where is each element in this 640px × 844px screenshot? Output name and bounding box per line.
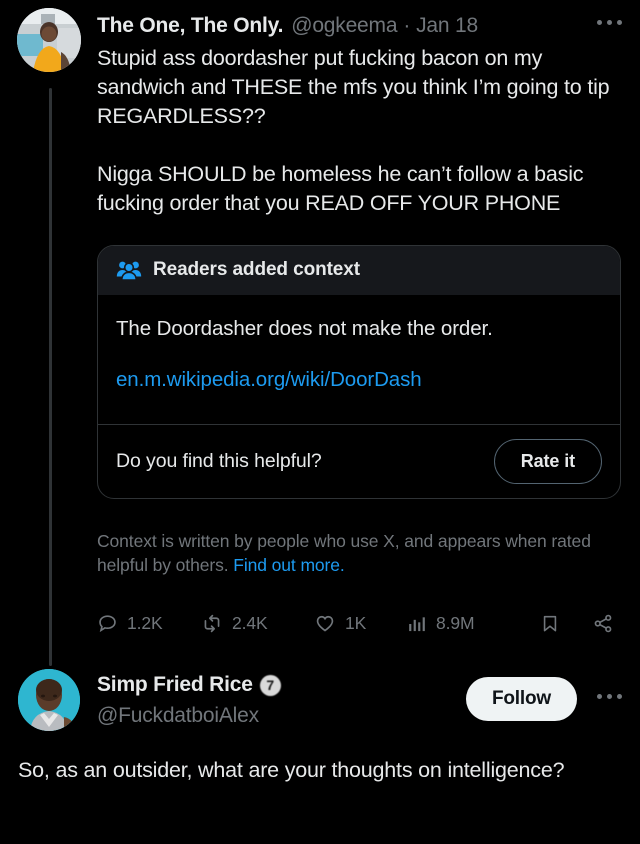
like-button[interactable]: 1K — [314, 613, 366, 634]
avatar-image — [18, 669, 80, 731]
engagement-bar: 1.2K 2.4K 1K 8.9M — [97, 607, 621, 649]
thread-connector-line — [49, 88, 52, 666]
tweet-text: Stupid ass doordasher put fucking bacon … — [97, 44, 617, 218]
community-note-body: The Doordasher does not make the order. … — [98, 295, 620, 424]
reply-count: 1.2K — [127, 613, 163, 633]
verified-badge-icon: 7 — [259, 674, 281, 696]
more-horizontal-icon-dot — [597, 20, 602, 25]
handle: @FuckdatboiAlex — [97, 704, 259, 727]
more-horizontal-icon-dot — [617, 694, 622, 699]
reply-icon — [97, 613, 118, 634]
more-horizontal-icon-dot — [607, 20, 612, 25]
follow-button[interactable]: Follow — [466, 677, 577, 721]
analytics-icon — [407, 614, 427, 634]
repost-button[interactable]: 2.4K — [201, 613, 268, 634]
tweet-paragraph-2: Nigga SHOULD be homeless he can’t follow… — [97, 162, 584, 215]
find-out-more-link[interactable]: Find out more. — [233, 555, 345, 575]
more-horizontal-icon-dot — [597, 694, 602, 699]
people-group-icon — [116, 259, 142, 281]
display-name: Simp Fried Rice — [97, 673, 253, 696]
community-note-card[interactable]: Readers added context The Doordasher doe… — [97, 245, 621, 499]
avatar[interactable] — [17, 8, 81, 72]
tweet-thread-screen: The One, The Only. @ogkeema · Jan 18 Stu… — [0, 0, 640, 844]
rate-it-button[interactable]: Rate it — [493, 439, 602, 484]
more-options-button[interactable] — [597, 20, 622, 25]
separator-dot: · — [403, 14, 411, 37]
avatar-image — [17, 8, 81, 72]
reply-button[interactable]: 1.2K — [97, 613, 163, 634]
avatar[interactable] — [18, 669, 80, 731]
community-note-title: Readers added context — [153, 259, 360, 280]
community-note-disclaimer: Context is written by people who use X, … — [97, 529, 617, 577]
reply-text: So, as an outsider, what are your though… — [18, 758, 565, 782]
more-horizontal-icon-dot — [617, 20, 622, 25]
share-button[interactable] — [592, 613, 623, 634]
tweet-header: The One, The Only. @ogkeema · Jan 18 — [97, 14, 577, 38]
community-note-source-link[interactable]: en.m.wikipedia.org/wiki/DoorDash — [116, 368, 602, 392]
reply-header: Simp Fried Rice 7 — [97, 673, 281, 697]
heart-icon — [314, 613, 336, 634]
views-button[interactable]: 8.9M — [407, 613, 475, 634]
community-note-footer: Do you find this helpful? Rate it — [98, 424, 620, 498]
like-count: 1K — [345, 613, 367, 633]
views-count: 8.9M — [436, 613, 475, 633]
bookmark-button[interactable] — [540, 613, 569, 634]
more-horizontal-icon-dot — [607, 694, 612, 699]
repost-count: 2.4K — [232, 613, 268, 633]
community-note-helpful-question: Do you find this helpful? — [116, 450, 322, 472]
more-options-button[interactable] — [597, 694, 622, 699]
community-note-header: Readers added context — [98, 246, 620, 295]
bookmark-icon — [540, 613, 560, 634]
share-icon — [592, 613, 614, 634]
community-note-text: The Doordasher does not make the order. — [116, 317, 493, 340]
handle: @ogkeema — [291, 14, 398, 37]
tweet-paragraph-1: Stupid ass doordasher put fucking bacon … — [97, 46, 610, 128]
display-name: The One, The Only. — [97, 14, 284, 37]
repost-icon — [201, 613, 223, 634]
timestamp: Jan 18 — [416, 14, 478, 37]
